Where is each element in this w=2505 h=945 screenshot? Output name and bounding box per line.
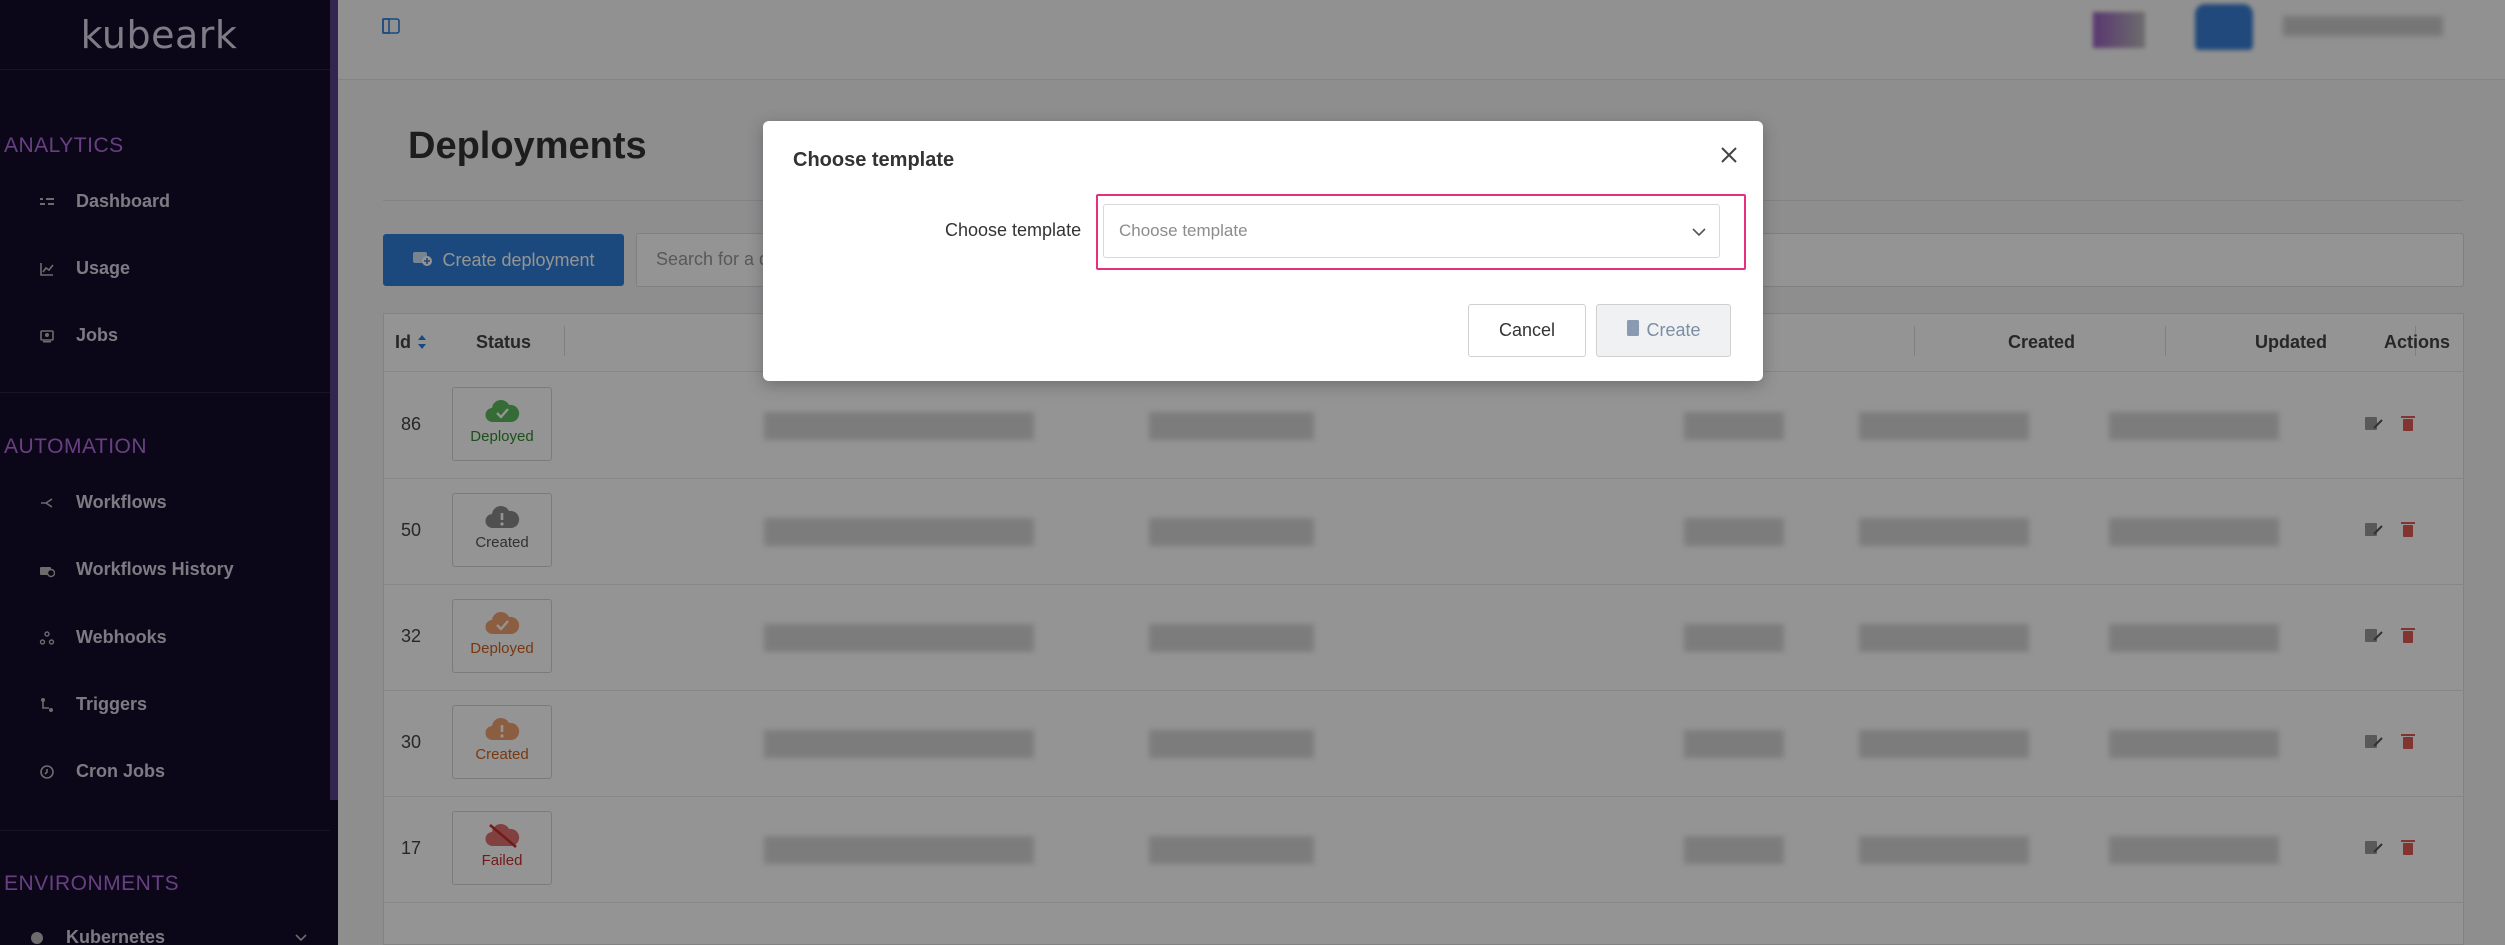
template-field-label: Choose template (945, 220, 1082, 240)
choose-template-modal: Choose template Choose template Choose t… (763, 121, 1763, 381)
cancel-button[interactable]: Cancel (1468, 304, 1586, 357)
chevron-down-icon (1691, 223, 1707, 243)
modal-title: Choose template (793, 149, 955, 171)
create-button-label: Create (1646, 320, 1701, 340)
template-select[interactable]: Choose template (1103, 204, 1720, 258)
create-button[interactable]: Create (1596, 304, 1731, 357)
template-select-placeholder: Choose template (1119, 221, 1248, 240)
file-icon (1626, 319, 1640, 342)
close-icon[interactable] (1717, 143, 1741, 167)
